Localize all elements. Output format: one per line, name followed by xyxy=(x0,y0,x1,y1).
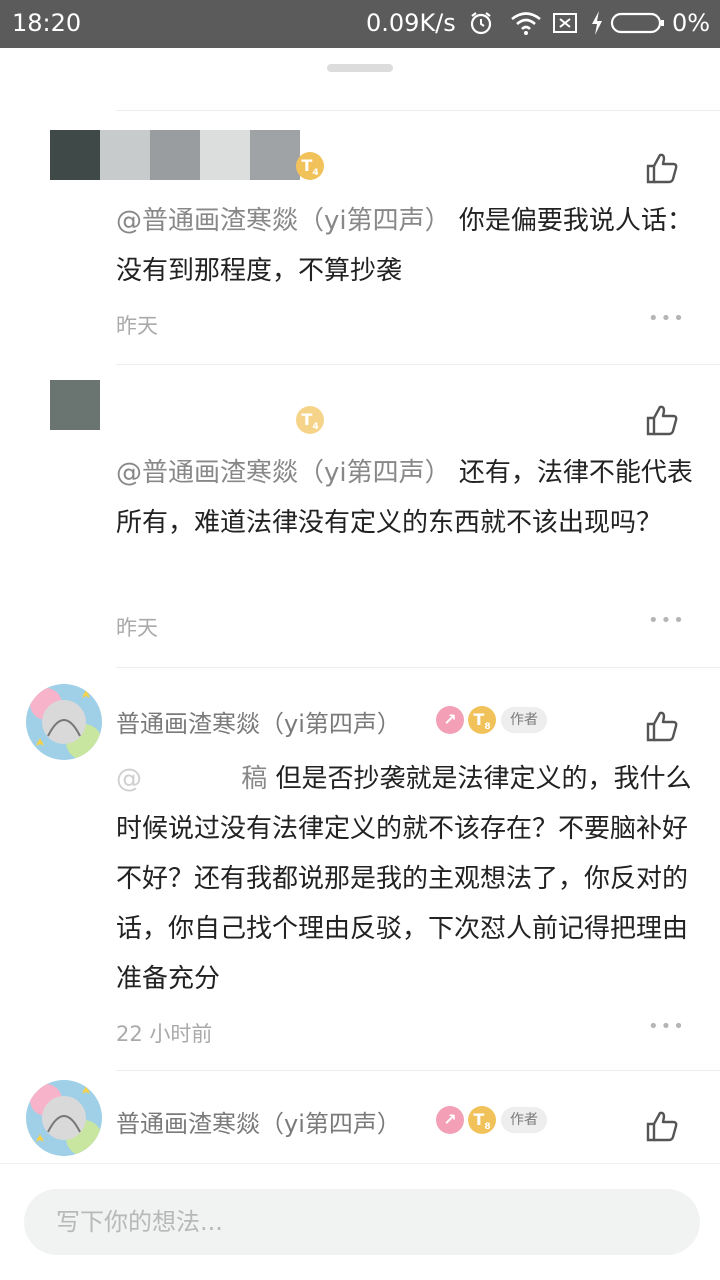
battery-icon xyxy=(610,12,664,34)
more-options-icon[interactable]: ••• xyxy=(648,610,686,631)
divider xyxy=(116,110,720,111)
level-badge: T4 xyxy=(296,406,324,434)
more-options-icon[interactable]: ••• xyxy=(648,1016,686,1037)
comment-time: 22 小时前 xyxy=(116,1022,213,1046)
mention[interactable]: @普通画渣寒燚（yi第四声） xyxy=(116,206,451,236)
divider xyxy=(116,364,720,365)
pink-badge: ↗ xyxy=(436,706,464,734)
drag-handle[interactable] xyxy=(327,64,393,72)
mention-tail: 稿 xyxy=(241,764,268,794)
masked-avatar xyxy=(50,380,100,430)
avatar-image xyxy=(26,1080,102,1156)
pink-badge: ↗ xyxy=(436,1106,464,1134)
sim-off-icon xyxy=(553,13,577,33)
comment-text-rest: 我什么时候说过没有法律定义的就不该存在？不要脑补好不好？还有我都说那是我的主观想… xyxy=(116,764,692,994)
status-time: 18:20 xyxy=(12,9,82,37)
comment-body: @普通画渣寒燚（yi第四声） 还有，法律不能代表所有，难道法律没有定义的东西就不… xyxy=(116,448,696,548)
comment-time: 昨天 xyxy=(116,616,158,640)
comment-body: @ 稿 但是否抄袭就是法律定义的，我什么时候说过没有法律定义的就不该存在？不要脑… xyxy=(116,754,696,1004)
alarm-icon xyxy=(470,12,492,35)
comment-input-bar xyxy=(0,1163,720,1280)
comment-time: 昨天 xyxy=(116,314,158,338)
charging-icon xyxy=(592,11,602,35)
wifi-icon xyxy=(511,12,541,35)
masked-user-info xyxy=(50,130,300,180)
mention[interactable]: @普通画渣寒燚（yi第四声） xyxy=(116,458,451,488)
author-avatar[interactable] xyxy=(26,684,102,760)
author-avatar[interactable] xyxy=(26,1080,102,1156)
like-icon[interactable] xyxy=(644,402,680,438)
comment-body: @普通画渣寒燚（yi第四声） 你是偏要我说人话：没有到那程度，不算抄袭 xyxy=(116,196,696,296)
divider xyxy=(116,667,720,668)
author-name[interactable]: 普通画渣寒燚（yi第四声） xyxy=(116,704,401,739)
author-name[interactable]: 普通画渣寒燚（yi第四声） xyxy=(116,1104,401,1139)
status-bar: 18:20 0.09K/s 0% xyxy=(0,0,720,48)
like-icon[interactable] xyxy=(644,1108,680,1144)
more-options-icon[interactable]: ••• xyxy=(648,308,686,329)
level-badge: T4 xyxy=(296,152,324,180)
author-tag: 作者 xyxy=(501,707,547,733)
comment-input[interactable] xyxy=(24,1189,700,1255)
level-badge: T8 xyxy=(468,1106,496,1134)
network-speed: 0.09K/s xyxy=(366,9,456,37)
comment-text-first: 但是否抄袭就是法律定义的， xyxy=(275,764,614,794)
like-icon[interactable] xyxy=(644,708,680,744)
blurred-mention[interactable]: @ xyxy=(116,764,241,794)
comment-sheet: T4 @普通画渣寒燚（yi第四声） 你是偏要我说人话：没有到那程度，不算抄袭 昨… xyxy=(0,48,720,1280)
divider xyxy=(116,1070,720,1071)
author-tag: 作者 xyxy=(501,1107,547,1133)
avatar-image xyxy=(26,684,102,760)
level-badge: T8 xyxy=(468,706,496,734)
battery-percent: 0% xyxy=(672,9,711,37)
like-icon[interactable] xyxy=(644,150,680,186)
